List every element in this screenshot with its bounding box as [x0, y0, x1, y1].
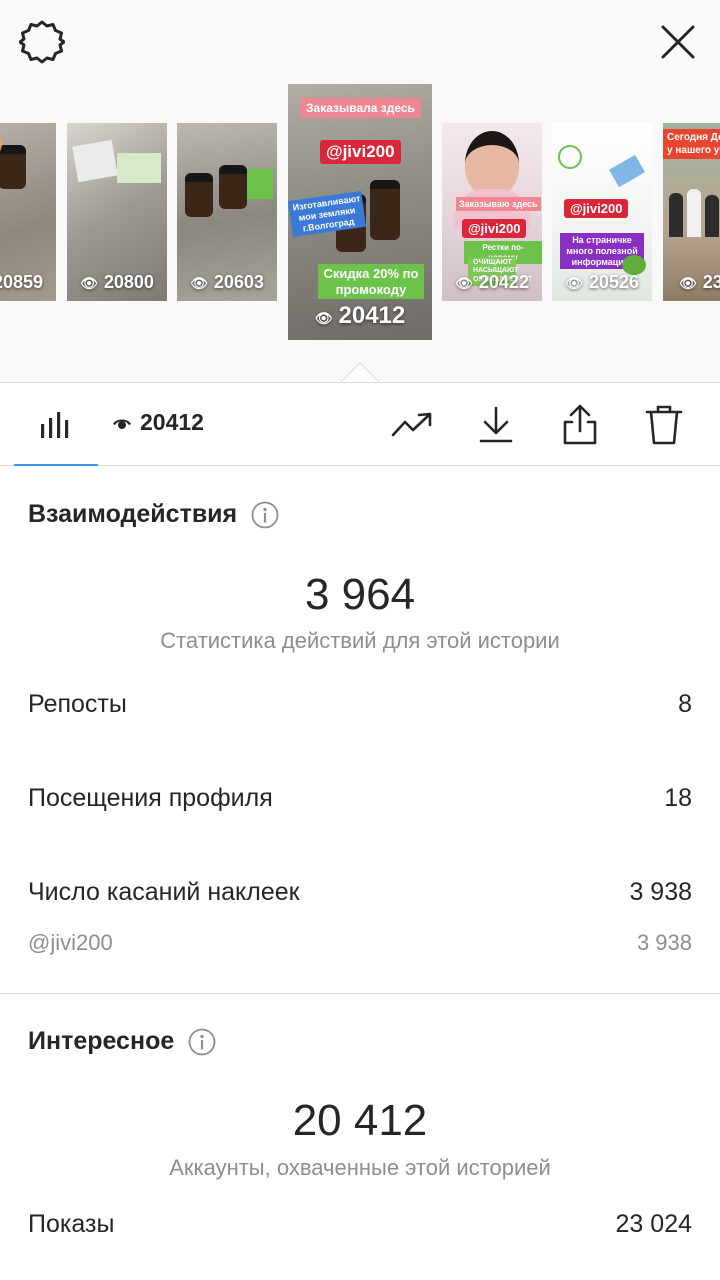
settings-icon[interactable]	[18, 18, 66, 66]
story-thumbnail[interactable]: 👁 20603	[177, 123, 277, 301]
person-image	[705, 195, 719, 237]
stat-value: 3 938	[636, 930, 692, 955]
stat-row-impressions: Показы 23 024	[28, 1210, 692, 1239]
stat-label: Репосты	[28, 690, 127, 718]
card-image	[72, 139, 118, 183]
stat-row-reposts: Репосты 8	[28, 690, 692, 719]
selection-pointer	[340, 362, 380, 383]
stat-label: Посещения профиля	[28, 784, 273, 812]
profile-logo	[558, 145, 582, 169]
card-image	[117, 153, 161, 183]
story-thumbnail[interactable]: Заказываю здесь @jivi200 Рестки по-новом…	[442, 123, 542, 301]
story-preview-area: 20859 👁20800 👁20603 Заказывала здесь @ji…	[0, 0, 720, 383]
mention-sticker[interactable]: @jivi200	[564, 199, 629, 218]
bar-chart-icon	[41, 411, 69, 438]
sticker-ordered-here: Заказывала здесь	[300, 98, 421, 118]
interactions-header: Взаимодействия	[28, 500, 279, 529]
stat-row-sticker-taps: Число касаний наклеек 3 938	[28, 878, 692, 907]
story-thumbnail[interactable]: @jivi200 На страничке много полезной инф…	[552, 123, 652, 301]
story-thumbnail-selected[interactable]: Заказывала здесь @jivi200 Изготавливают …	[288, 84, 432, 340]
story-views: 👁 20603	[190, 272, 264, 292]
share-icon	[563, 404, 597, 445]
story-thumbnail[interactable]: 👁 20800	[67, 123, 167, 301]
section-divider	[0, 993, 720, 994]
discovery-caption: Аккаунты, охваченные этой историей	[169, 1155, 551, 1180]
promote-button[interactable]	[389, 401, 437, 449]
download-button[interactable]	[472, 401, 520, 449]
interactions-caption: Статистика действий для этой истории	[160, 628, 560, 653]
bottle-image	[185, 173, 213, 217]
stat-value: 18	[664, 784, 692, 812]
sticker-ordered-here: Заказываю здесь	[456, 197, 541, 211]
stat-row-mention-taps[interactable]: @jivi200 3 938	[28, 930, 692, 956]
stat-value: 8	[678, 690, 692, 718]
sticker-discount: Скидка 20% по промокоду	[318, 264, 424, 300]
info-icon[interactable]	[188, 1028, 216, 1056]
stat-label: @jivi200	[28, 930, 113, 955]
story-views: 👁 20422	[455, 272, 529, 292]
stat-value: 23 024	[615, 1210, 692, 1238]
arrow-image	[609, 154, 645, 188]
person-image	[465, 131, 519, 197]
stat-label: Показы	[28, 1210, 115, 1238]
box-image	[247, 169, 273, 199]
mention-sticker[interactable]: @jivi200	[462, 219, 527, 238]
stat-label: Число касаний наклеек	[28, 878, 300, 906]
story-thumbnail[interactable]: Сегодня День у нашего уч 👁23	[663, 123, 720, 301]
tab-insights[interactable]	[14, 383, 98, 466]
story-headline: Сегодня День у нашего уч	[663, 129, 720, 159]
story-views: 👁 20412	[314, 302, 406, 329]
mention-sticker[interactable]: @jivi200	[320, 140, 401, 164]
story-thumbnail-strip[interactable]: 20859 👁20800 👁20603 Заказывала здесь @ji…	[0, 84, 720, 344]
story-views: 👁 23	[679, 272, 720, 292]
bottle-image	[0, 145, 26, 189]
download-icon	[479, 406, 513, 443]
discovery-total: 20 412	[292, 1096, 428, 1145]
story-toolbar: 20412	[0, 382, 720, 466]
share-button[interactable]	[556, 401, 604, 449]
interactions-total: 3 964	[304, 570, 416, 619]
section-title: Взаимодействия	[28, 500, 238, 528]
views-count-text: 20412	[140, 409, 204, 435]
section-title: Интересное	[28, 1027, 175, 1055]
story-thumbnail[interactable]: 20859	[0, 123, 56, 301]
eye-icon	[113, 419, 131, 429]
person-image	[687, 189, 701, 237]
bottle-image	[370, 180, 400, 240]
viewers-count[interactable]: 20412	[112, 409, 204, 436]
discovery-header: Интересное	[28, 1027, 216, 1056]
info-icon[interactable]	[251, 501, 279, 529]
close-icon[interactable]	[654, 18, 702, 66]
delete-button[interactable]	[640, 401, 688, 449]
trending-icon	[391, 412, 432, 437]
stat-row-profile-visits: Посещения профиля 18	[28, 784, 692, 813]
stat-value: 3 938	[629, 878, 692, 906]
story-views: 👁 20800	[80, 272, 154, 292]
trash-icon	[645, 405, 683, 445]
story-views: 👁 20526	[565, 272, 639, 292]
story-views: 20859	[0, 272, 44, 292]
bottle-image	[219, 165, 247, 209]
person-image	[669, 193, 683, 237]
